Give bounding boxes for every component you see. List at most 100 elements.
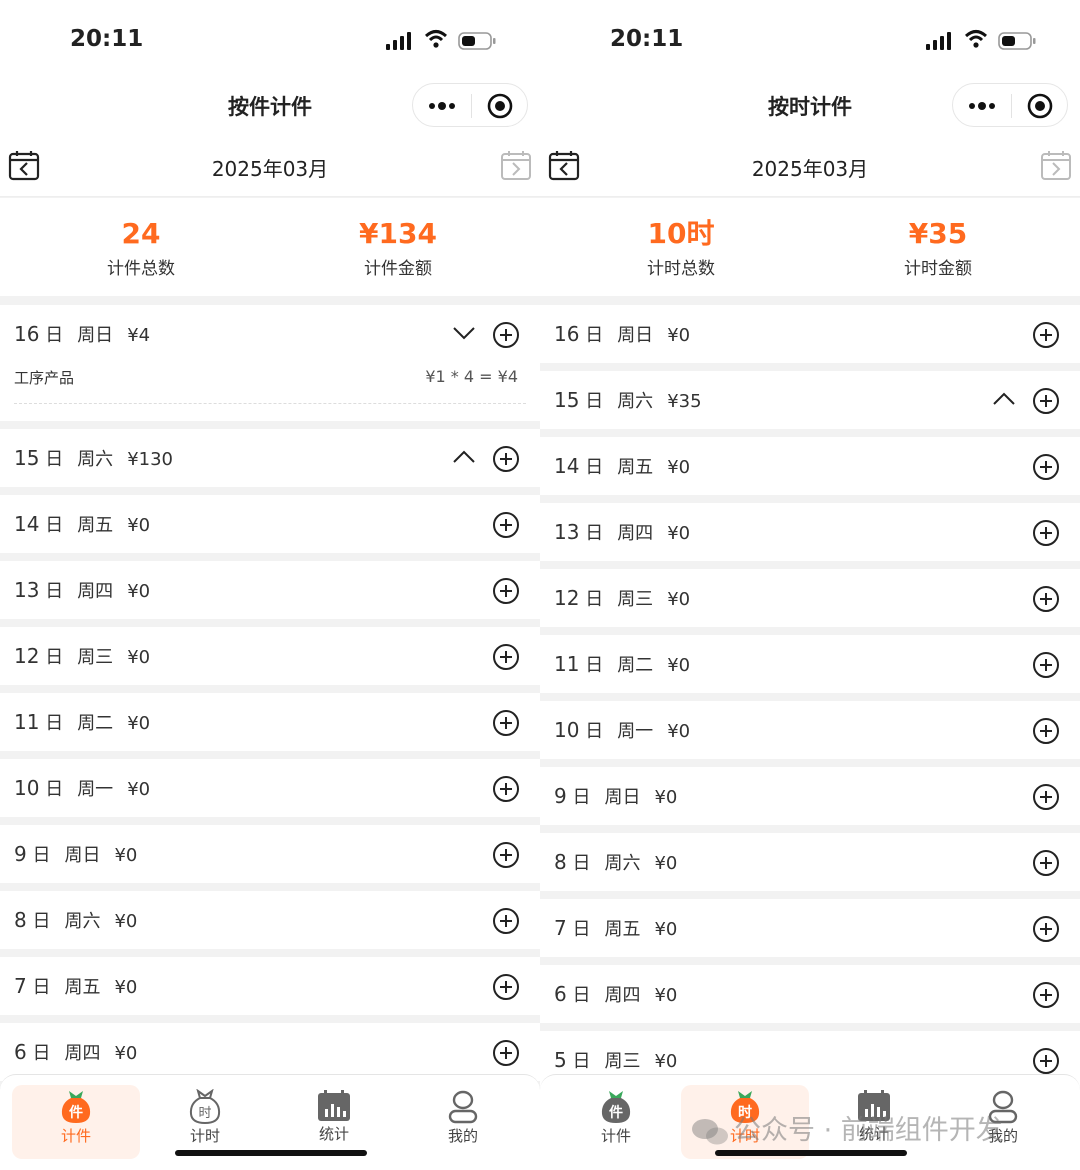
day-row[interactable]: 7 日周五 ¥0	[0, 957, 540, 1015]
day-header: 13 日周四 ¥0	[554, 503, 690, 561]
day-number: 10	[14, 776, 40, 800]
tab-piece-bag[interactable]: 件计件	[12, 1085, 140, 1159]
close-target-icon[interactable]	[487, 93, 513, 119]
day-unit: 日	[45, 515, 64, 536]
day-unit: 日	[32, 845, 51, 866]
day-row[interactable]: 9 日周日 ¥0	[0, 825, 540, 883]
cellular-signal-icon	[926, 32, 951, 50]
add-record-icon[interactable]	[1032, 651, 1060, 679]
add-record-icon[interactable]	[492, 1039, 520, 1067]
day-header: 10 日周一 ¥0	[554, 701, 690, 759]
home-indicator	[175, 1150, 367, 1156]
day-weekday: 周五	[77, 515, 114, 536]
add-record-icon[interactable]	[1032, 717, 1060, 745]
add-record-icon[interactable]	[1032, 519, 1060, 547]
day-header: 8 日周六 ¥0	[14, 891, 137, 949]
next-month-icon[interactable]	[1040, 149, 1072, 181]
day-row[interactable]: 15 日周六 ¥35	[540, 371, 1080, 429]
add-record-icon[interactable]	[1032, 453, 1060, 481]
day-row[interactable]: 16 日周日 ¥4 工序产品 ¥1 * 4 = ¥4	[0, 305, 540, 421]
day-unit: 日	[45, 581, 64, 602]
day-unit: 日	[585, 391, 604, 412]
day-row[interactable]: 12 日周三 ¥0	[540, 569, 1080, 627]
add-record-icon[interactable]	[492, 577, 520, 605]
miniprogram-capsule	[412, 83, 528, 127]
day-unit: 日	[585, 523, 604, 544]
day-row[interactable]: 14 日周五 ¥0	[0, 495, 540, 553]
tab-time-bag[interactable]: 时计时	[141, 1085, 269, 1159]
day-row[interactable]: 15 日周六 ¥130	[0, 429, 540, 487]
tab-user[interactable]: 我的	[399, 1085, 527, 1159]
record-item[interactable]: 工序产品 ¥1 * 4 = ¥4	[14, 363, 526, 404]
add-record-icon[interactable]	[492, 321, 520, 349]
day-row[interactable]: 8 日周六 ¥0	[0, 891, 540, 949]
chevron-up-icon[interactable]	[992, 390, 1016, 408]
day-unit: 日	[585, 721, 604, 742]
chevron-down-icon[interactable]	[452, 324, 476, 342]
day-number: 8	[554, 850, 567, 874]
day-row[interactable]: 14 日周五 ¥0	[540, 437, 1080, 495]
day-number: 7	[554, 916, 567, 940]
day-header: 13 日周四 ¥0	[14, 561, 150, 619]
close-target-icon[interactable]	[1027, 93, 1053, 119]
day-weekday: 周三	[604, 1051, 641, 1072]
add-record-icon[interactable]	[492, 445, 520, 473]
day-unit: 日	[45, 325, 64, 346]
more-icon[interactable]	[427, 96, 457, 116]
day-header: 12 日周三 ¥0	[554, 569, 690, 627]
day-row[interactable]: 9 日周日 ¥0	[540, 767, 1080, 825]
add-record-icon[interactable]	[1032, 783, 1060, 811]
day-weekday: 周六	[64, 911, 101, 932]
add-record-icon[interactable]	[492, 907, 520, 935]
day-number: 12	[554, 586, 580, 610]
day-number: 13	[554, 520, 580, 544]
day-row[interactable]: 6 日周四 ¥0	[0, 1023, 540, 1081]
add-record-icon[interactable]	[492, 841, 520, 869]
day-row[interactable]: 11 日周二 ¥0	[540, 635, 1080, 693]
day-row[interactable]: 10 日周一 ¥0	[540, 701, 1080, 759]
day-weekday: 周四	[617, 523, 654, 544]
more-icon[interactable]	[967, 96, 997, 116]
day-header: 10 日周一 ¥0	[14, 759, 150, 817]
day-row[interactable]: 11 日周二 ¥0	[0, 693, 540, 751]
chevron-up-icon[interactable]	[452, 448, 476, 466]
next-month-icon[interactable]	[500, 149, 532, 181]
day-row[interactable]: 13 日周四 ¥0	[0, 561, 540, 619]
add-record-icon[interactable]	[492, 973, 520, 1001]
day-header: 7 日周五 ¥0	[14, 957, 137, 1015]
day-number: 12	[14, 644, 40, 668]
day-header: 8 日周六 ¥0	[554, 833, 677, 891]
tab-stats-calendar[interactable]: 统计	[270, 1085, 398, 1159]
add-record-icon[interactable]	[492, 511, 520, 539]
stats-calendar-icon	[318, 1090, 350, 1121]
add-record-icon[interactable]	[1032, 1047, 1060, 1075]
day-number: 15	[554, 388, 580, 412]
day-row[interactable]: 7 日周五 ¥0	[540, 899, 1080, 957]
svg-text:件: 件	[609, 1104, 623, 1121]
add-record-icon[interactable]	[492, 643, 520, 671]
day-header: 7 日周五 ¥0	[554, 899, 677, 957]
add-record-icon[interactable]	[492, 775, 520, 803]
add-record-icon[interactable]	[1032, 915, 1060, 943]
day-unit: 日	[32, 977, 51, 998]
day-row[interactable]: 10 日周一 ¥0	[0, 759, 540, 817]
day-weekday: 周六	[604, 853, 641, 874]
day-unit: 日	[585, 655, 604, 676]
add-record-icon[interactable]	[1032, 585, 1060, 613]
day-row[interactable]: 13 日周四 ¥0	[540, 503, 1080, 561]
day-weekday: 周三	[617, 589, 654, 610]
day-row[interactable]: 12 日周三 ¥0	[0, 627, 540, 685]
add-record-icon[interactable]	[492, 709, 520, 737]
day-row[interactable]: 16 日周日 ¥0	[540, 305, 1080, 363]
day-unit: 日	[572, 985, 591, 1006]
day-row[interactable]: 6 日周四 ¥0	[540, 965, 1080, 1023]
add-record-icon[interactable]	[1032, 981, 1060, 1009]
summary-count-value: 10时	[647, 217, 715, 250]
add-record-icon[interactable]	[1032, 321, 1060, 349]
add-record-icon[interactable]	[1032, 387, 1060, 415]
add-record-icon[interactable]	[1032, 849, 1060, 877]
day-weekday: 周二	[617, 655, 654, 676]
day-row[interactable]: 8 日周六 ¥0	[540, 833, 1080, 891]
tab-piece-bag[interactable]: 件计件	[552, 1085, 680, 1159]
nav-bar: 按时计件	[540, 80, 1080, 132]
